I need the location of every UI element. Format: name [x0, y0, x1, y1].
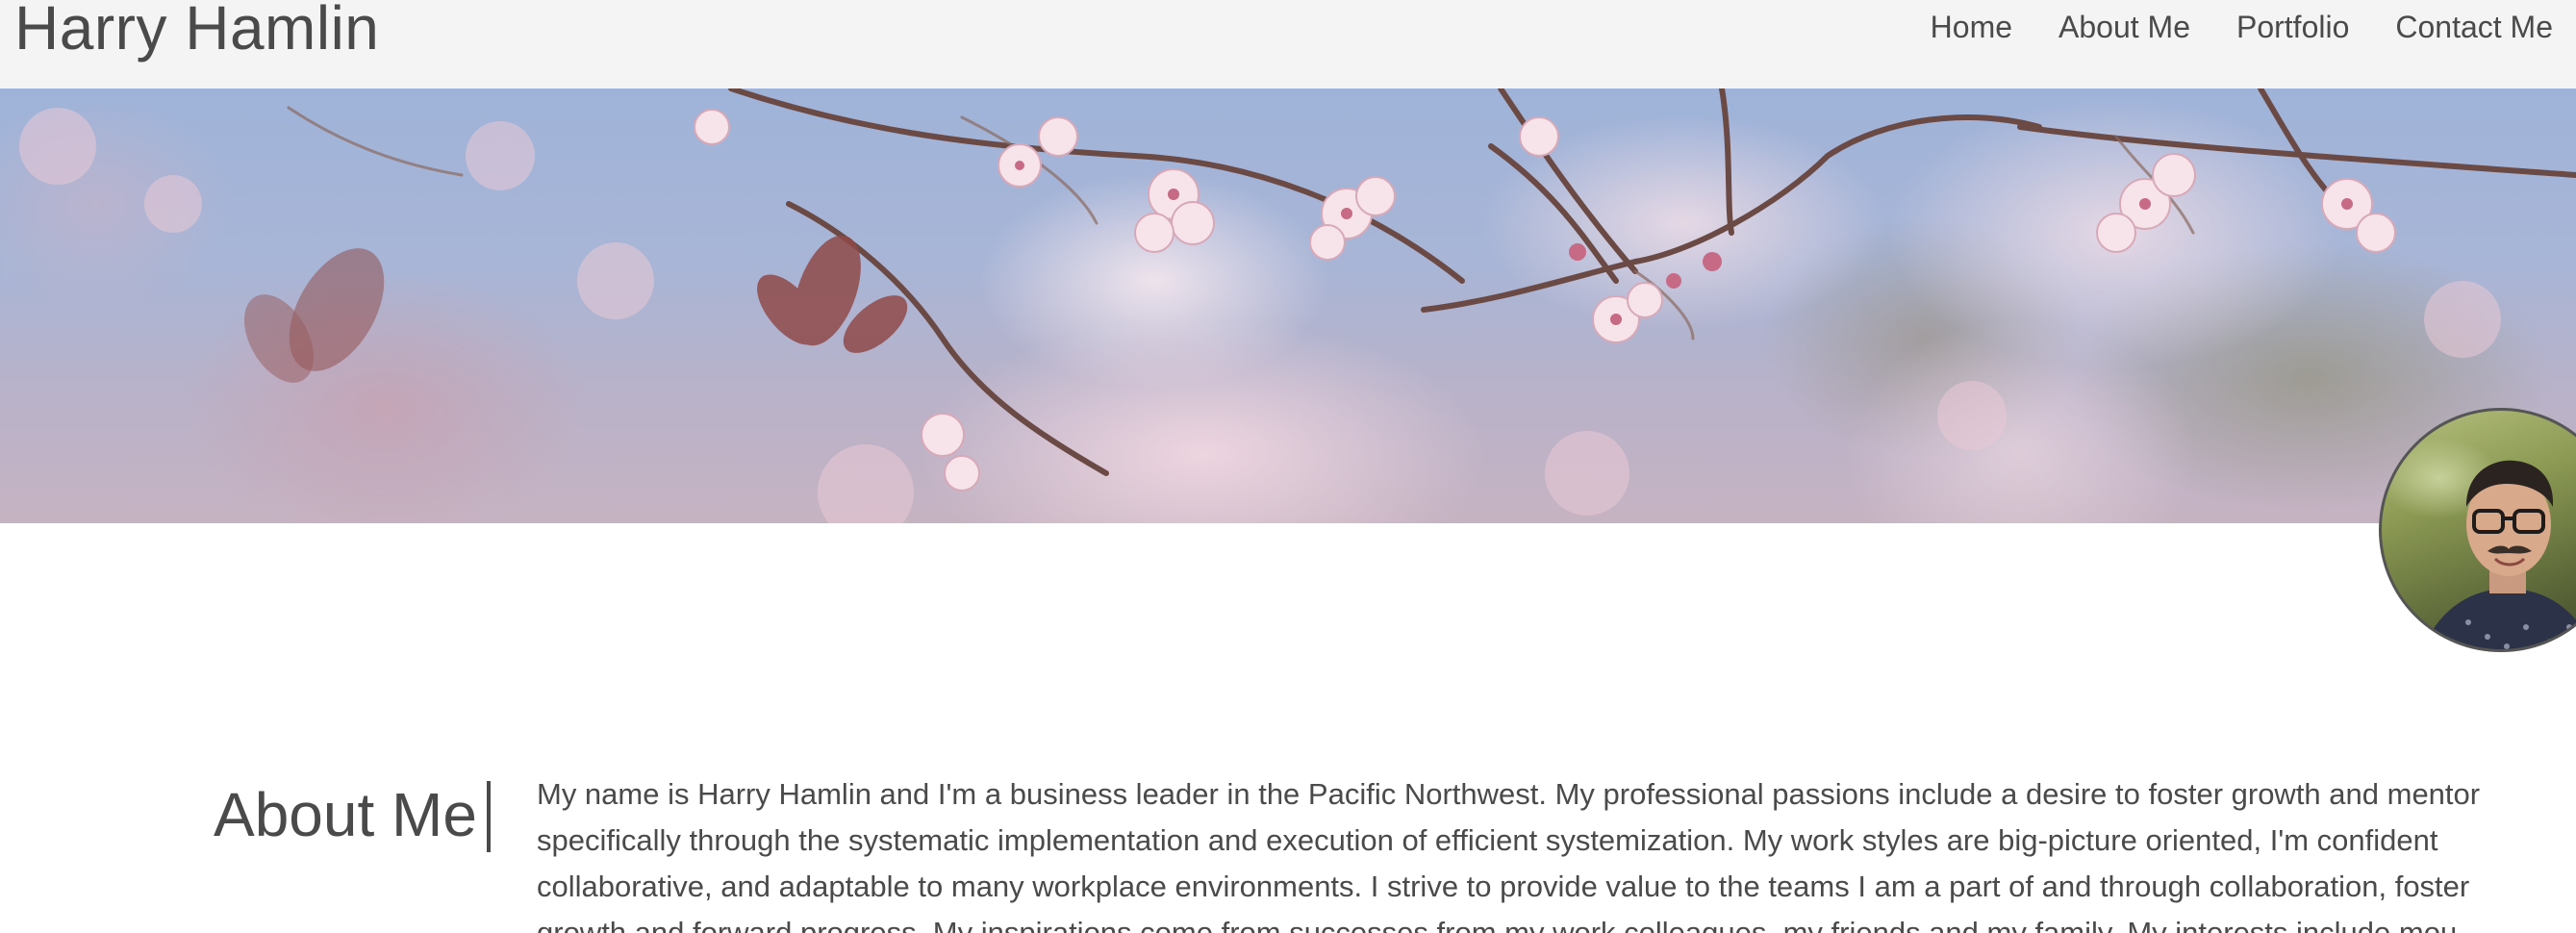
about-line: collaborative, and adaptable to many wor… — [537, 870, 2470, 903]
about-line: specifically through the systematic impl… — [537, 823, 2438, 857]
page: Harry Hamlin Home About Me Portfolio Con… — [0, 0, 2576, 933]
nav-home-link[interactable]: Home — [1931, 10, 2012, 45]
profile-photo-illustration — [2422, 460, 2576, 649]
site-title[interactable]: Harry Hamlin — [14, 0, 379, 63]
nav-about-link[interactable]: About Me — [2058, 10, 2190, 45]
main-nav: Home About Me Portfolio Contact Me — [1931, 10, 2553, 45]
about-paragraph: My name is Harry Hamlin and I'm a busine… — [537, 771, 2576, 933]
about-heading: About Me — [214, 780, 477, 849]
nav-portfolio-link[interactable]: Portfolio — [2236, 10, 2349, 45]
heading-divider — [487, 781, 491, 852]
hero-banner-image — [0, 88, 2576, 523]
about-line: growth and forward progress. My inspirat… — [537, 916, 2458, 933]
about-line: My name is Harry Hamlin and I'm a busine… — [537, 777, 2481, 811]
site-header: Harry Hamlin Home About Me Portfolio Con… — [0, 0, 2576, 88]
nav-contact-link[interactable]: Contact Me — [2395, 10, 2553, 45]
cherry-blossom-illustration — [19, 88, 2576, 523]
